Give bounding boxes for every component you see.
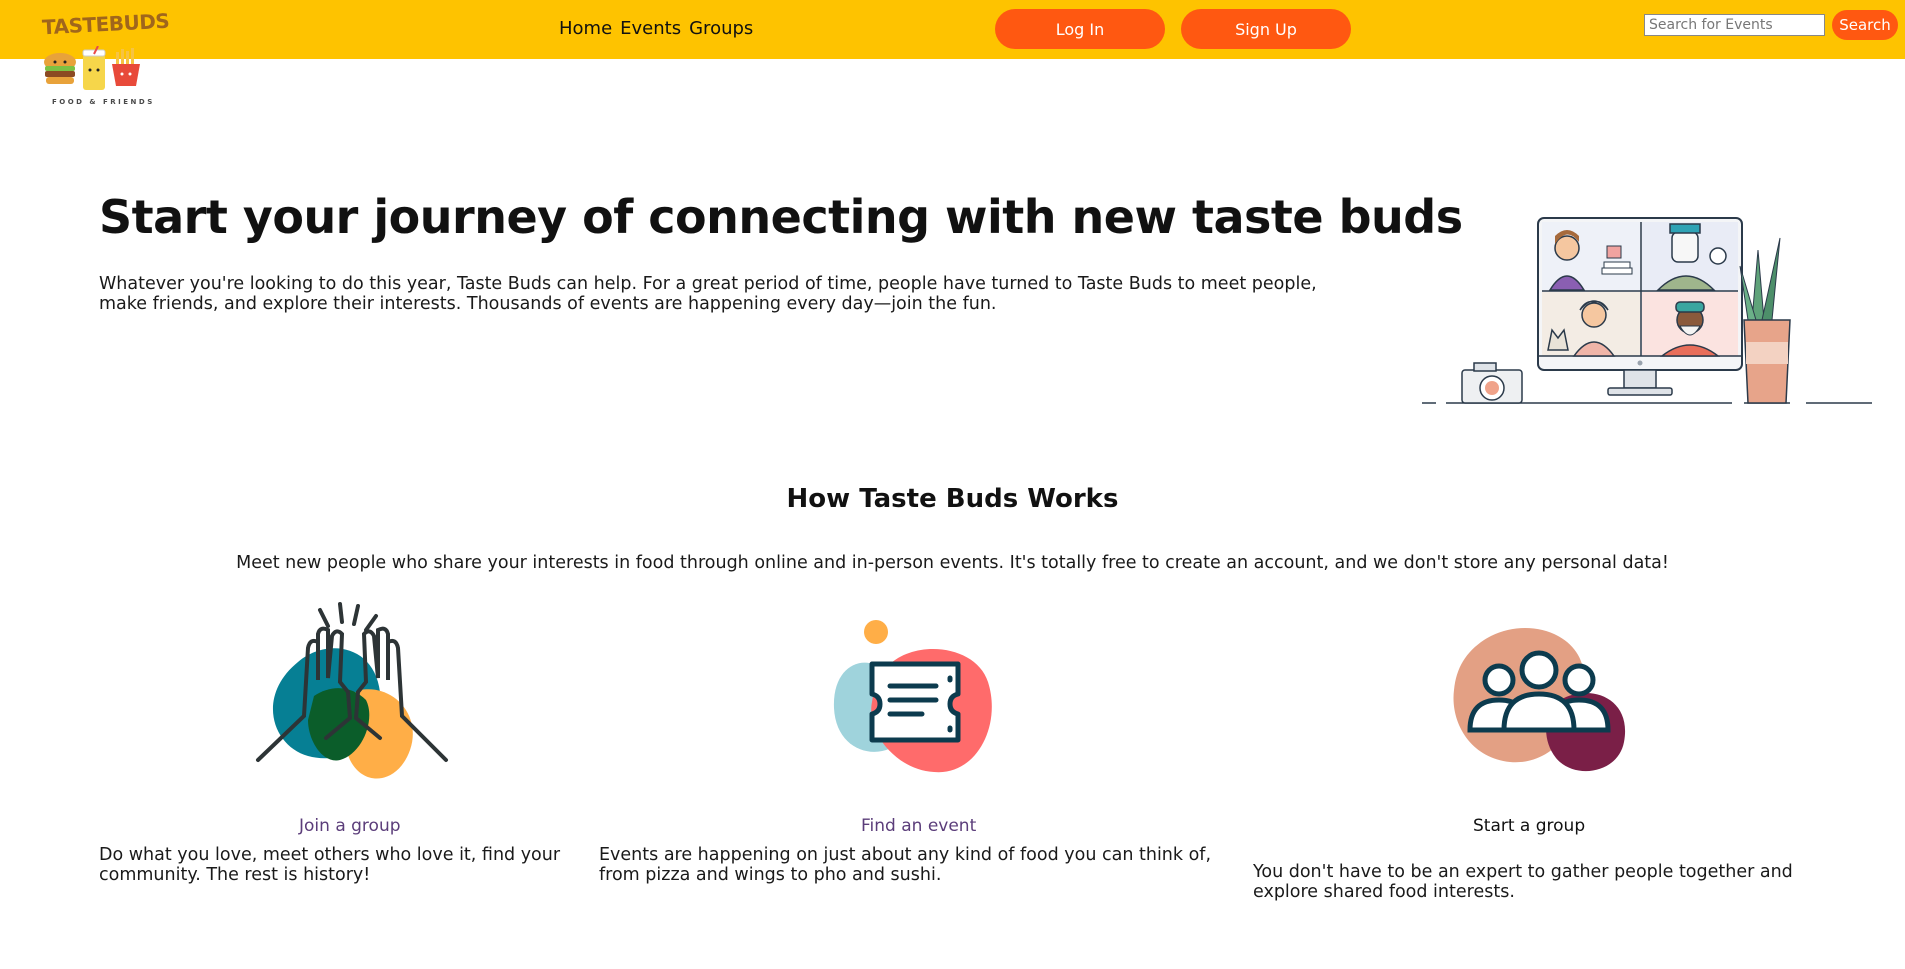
join-group-description: Do what you love, meet others who love i…: [99, 845, 561, 885]
top-navbar: [0, 0, 1905, 59]
hero-description: Whatever you're looking to do this year,…: [99, 274, 1317, 314]
search-input[interactable]: [1644, 14, 1825, 36]
nav-groups-link[interactable]: Groups: [689, 18, 753, 39]
start-group-description: You don't have to be an expert to gather…: [1253, 862, 1793, 902]
logo-tagline: FOOD & FRIENDS: [52, 98, 155, 106]
search-button[interactable]: Search: [1832, 10, 1898, 40]
find-event-link[interactable]: Find an event: [861, 816, 976, 836]
high-five-icon: [256, 602, 448, 779]
ticket-icon: [833, 620, 992, 773]
signup-button[interactable]: Sign Up: [1181, 9, 1351, 49]
site-logo[interactable]: TASTEBUDS FOOD & FRIENDS: [38, 9, 169, 108]
food-mascots-icon: [44, 46, 140, 90]
nav-events-link[interactable]: Events: [620, 18, 681, 39]
video-call-illustration: [1422, 217, 1872, 404]
join-group-link[interactable]: Join a group: [299, 816, 401, 836]
main-nav: Home Events Groups: [559, 18, 753, 39]
how-it-works-subtitle: Meet new people who share your interests…: [236, 553, 1669, 573]
nav-home-link[interactable]: Home: [559, 18, 612, 39]
find-event-description: Events are happening on just about any k…: [599, 845, 1212, 885]
people-group-icon: [1453, 628, 1626, 772]
start-group-heading: Start a group: [1473, 816, 1586, 836]
login-button[interactable]: Log In: [995, 9, 1165, 49]
hero-title: Start your journey of connecting with ne…: [99, 190, 1463, 244]
how-it-works-title: How Taste Buds Works: [786, 484, 1119, 514]
logo-wordmark: TASTEBUDS: [41, 8, 170, 40]
